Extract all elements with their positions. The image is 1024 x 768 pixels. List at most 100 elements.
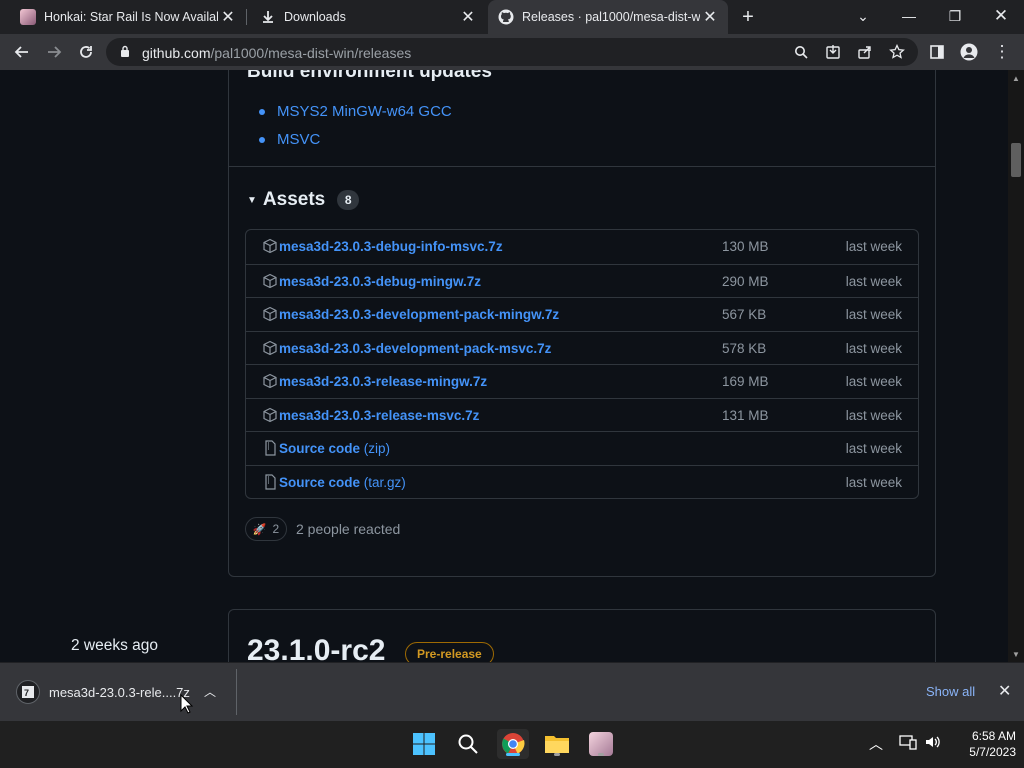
- build-item-link[interactable]: MSVC: [259, 131, 452, 159]
- tab-search-chevron-icon[interactable]: ⌄: [843, 0, 883, 32]
- asset-link[interactable]: mesa3d-23.0.3-release-msvc.7z: [279, 408, 479, 423]
- asset-link[interactable]: mesa3d-23.0.3-debug-info-msvc.7z: [279, 239, 503, 254]
- package-icon: [262, 273, 278, 289]
- svg-text:7: 7: [24, 688, 29, 698]
- forward-icon[interactable]: [42, 40, 66, 64]
- asset-link[interactable]: Source code (tar.gz): [279, 475, 406, 490]
- chevron-up-icon[interactable]: ︿: [204, 683, 216, 700]
- scrollbar-thumb[interactable]: [1011, 143, 1021, 177]
- asset-row: Source code (tar.gz) last week: [246, 464, 918, 499]
- tab-title: Releases · pal1000/mesa-dist-win: [522, 10, 700, 24]
- tab-title: Downloads: [284, 10, 346, 24]
- system-clock[interactable]: 6:58 AM 5/7/2023: [950, 728, 1016, 760]
- side-panel-icon[interactable]: [925, 40, 949, 64]
- asset-link[interactable]: mesa3d-23.0.3-development-pack-msvc.7z: [279, 341, 551, 356]
- asset-date: last week: [845, 239, 902, 254]
- new-tab-button[interactable]: +: [738, 4, 758, 30]
- asset-name: mesa3d-23.0.3-development-pack-mingw.7z: [279, 307, 560, 322]
- start-windows-icon[interactable]: [408, 729, 440, 759]
- shelf-separator: [236, 669, 237, 715]
- scroll-up-arrow-icon[interactable]: ▲: [1008, 70, 1024, 86]
- close-tab-icon[interactable]: ✕: [218, 7, 238, 27]
- asset-link[interactable]: mesa3d-23.0.3-release-mingw.7z: [279, 374, 487, 389]
- asset-row: mesa3d-23.0.3-release-mingw.7z 169 MB last…: [246, 364, 918, 398]
- divider: [229, 166, 935, 167]
- scroll-down-arrow-icon[interactable]: ▼: [1008, 646, 1024, 662]
- asset-size: 578 KB: [722, 340, 767, 356]
- download-filename: mesa3d-23.0.3-rele....7z: [49, 685, 190, 700]
- search-icon[interactable]: [452, 729, 484, 759]
- prerelease-badge: Pre-release: [405, 642, 494, 662]
- asset-link[interactable]: mesa3d-23.0.3-debug-mingw.7z: [279, 274, 481, 289]
- asset-name: mesa3d-23.0.3-release-mingw.7z: [279, 374, 488, 389]
- asset-date: last week: [845, 273, 902, 289]
- kebab-menu-icon[interactable]: ⋮: [990, 40, 1014, 64]
- url-path: /pal1000/mesa-dist-win/releases: [210, 45, 412, 61]
- search-icon[interactable]: [790, 42, 812, 62]
- release-card: Build environment updates MSYS2 MinGW-w6…: [228, 70, 936, 577]
- asset-link[interactable]: mesa3d-23.0.3-development-pack-mingw.7z: [279, 307, 559, 322]
- asset-link[interactable]: Source code (zip): [279, 441, 390, 456]
- reaction-count: 2: [272, 522, 280, 536]
- windows-taskbar: ︿ 6:58 AM 5/7/2023: [0, 721, 1024, 768]
- package-icon: [262, 306, 278, 322]
- close-tab-icon[interactable]: ✕: [700, 7, 720, 27]
- download-item[interactable]: 7 mesa3d-23.0.3-rele....7z ︿: [0, 663, 236, 721]
- asset-row: mesa3d-23.0.3-development-pack-mingw.7z 5…: [246, 297, 918, 331]
- assets-count-badge: 8: [337, 190, 360, 210]
- volume-icon[interactable]: [924, 734, 942, 753]
- asset-row: Source code (zip) last week: [246, 431, 918, 465]
- close-shelf-icon[interactable]: ✕: [998, 681, 1011, 701]
- download-shelf: 7 mesa3d-23.0.3-rele....7z ︿ Show all ✕: [0, 662, 1024, 721]
- asset-row: mesa3d-23.0.3-development-pack-msvc.7z 57…: [246, 330, 918, 365]
- address-bar[interactable]: github.com/pal1000/mesa-dist-win/release…: [106, 38, 918, 66]
- restore-icon[interactable]: ❐: [935, 0, 975, 32]
- app-indicator: [554, 753, 560, 756]
- package-icon: [262, 238, 278, 254]
- chrome-taskbar-icon[interactable]: [497, 729, 529, 759]
- back-icon[interactable]: [10, 40, 34, 64]
- asset-name: mesa3d-23.0.3-debug-info-msvc.7z: [279, 239, 503, 254]
- profile-icon[interactable]: [957, 40, 981, 64]
- asset-name: mesa3d-23.0.3-debug-mingw.7z: [279, 273, 482, 289]
- active-app-indicator: [506, 753, 520, 756]
- tab-honkai[interactable]: Honkai: Star Rail Is Now Available ✕: [0, 0, 246, 34]
- asset-size: 290 MB: [722, 273, 769, 289]
- rocket-emoji-icon: 🚀: [252, 523, 267, 536]
- reload-icon[interactable]: [74, 40, 98, 64]
- asset-name: mesa3d-23.0.3-development-pack-msvc.7z: [279, 340, 552, 356]
- file-explorer-icon[interactable]: [541, 729, 573, 759]
- close-window-icon[interactable]: ✕: [981, 0, 1021, 32]
- asset-ext: (zip): [360, 441, 391, 456]
- close-tab-icon[interactable]: ✕: [458, 7, 478, 27]
- honkai-app-icon[interactable]: [585, 729, 617, 759]
- package-icon: [262, 340, 278, 356]
- asset-date: last week: [845, 374, 902, 389]
- asset-date: last week: [845, 441, 902, 456]
- release-card-next: 23.1.0-rc2 Pre-release: [228, 609, 936, 662]
- release-date: 2 weeks ago: [71, 637, 159, 654]
- asset-date: last week: [845, 307, 902, 322]
- caret-down-icon: ▼: [247, 194, 257, 206]
- install-app-icon[interactable]: [822, 42, 844, 62]
- github-icon: [498, 9, 514, 25]
- tray-overflow-chevron-icon[interactable]: ︿: [869, 734, 883, 754]
- reaction-button[interactable]: 🚀 2: [245, 517, 287, 541]
- tab-downloads[interactable]: Downloads ✕: [240, 0, 486, 34]
- bookmark-star-icon[interactable]: [886, 42, 908, 62]
- tab-releases[interactable]: Releases · pal1000/mesa-dist-win ✕: [488, 0, 728, 34]
- asset-name: Source code: [279, 441, 361, 456]
- url-text: github.com/pal1000/mesa-dist-win/release…: [142, 45, 411, 61]
- asset-ext: (tar.gz): [360, 474, 406, 490]
- assets-toggle[interactable]: ▼ Assets 8: [247, 189, 360, 211]
- browser-toolbar: github.com/pal1000/mesa-dist-win/release…: [0, 34, 1024, 70]
- asset-size: 131 MB: [722, 407, 769, 423]
- network-icon[interactable]: [899, 734, 917, 753]
- assets-list: mesa3d-23.0.3-debug-info-msvc.7z 130 MB la…: [245, 229, 919, 499]
- minimize-icon[interactable]: ―: [889, 0, 929, 32]
- share-icon[interactable]: [854, 42, 876, 62]
- release-title-link[interactable]: 23.1.0-rc2: [247, 634, 385, 662]
- page-scrollbar[interactable]: ▲ ▼: [1008, 70, 1024, 662]
- show-all-button[interactable]: Show all: [926, 684, 975, 699]
- build-item-link[interactable]: MSYS2 MinGW-w64 GCC: [259, 103, 452, 131]
